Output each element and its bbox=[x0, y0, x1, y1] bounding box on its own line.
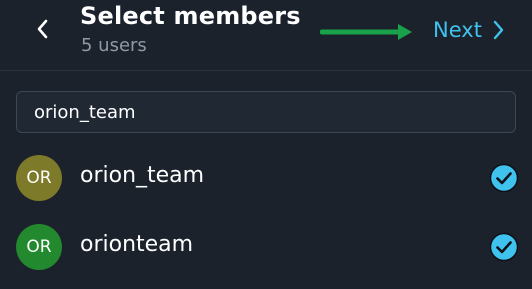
annotation-arrow-icon bbox=[320, 24, 412, 40]
search-field[interactable] bbox=[16, 91, 516, 133]
next-button[interactable]: Next bbox=[433, 15, 504, 45]
check-circle-icon[interactable] bbox=[489, 163, 519, 193]
member-name: orion_team bbox=[80, 163, 205, 188]
chevron-right-icon bbox=[493, 20, 504, 40]
member-name: orionteam bbox=[80, 232, 194, 257]
page-title: Select members bbox=[80, 2, 301, 30]
member-row[interactable]: OR orionteam bbox=[0, 213, 532, 279]
back-button[interactable] bbox=[26, 12, 60, 46]
next-label: Next bbox=[433, 18, 482, 42]
header-bar: Select members 5 users Next bbox=[0, 0, 532, 71]
member-count: 5 users bbox=[81, 35, 147, 56]
avatar-initials: OR bbox=[26, 237, 52, 257]
check-circle-icon[interactable] bbox=[489, 232, 519, 262]
avatar-initials: OR bbox=[26, 168, 52, 188]
chevron-left-icon bbox=[37, 19, 48, 39]
member-row[interactable]: OR orion_team bbox=[0, 144, 532, 210]
search-input[interactable] bbox=[34, 92, 504, 132]
avatar: OR bbox=[16, 224, 62, 270]
avatar: OR bbox=[16, 155, 62, 201]
